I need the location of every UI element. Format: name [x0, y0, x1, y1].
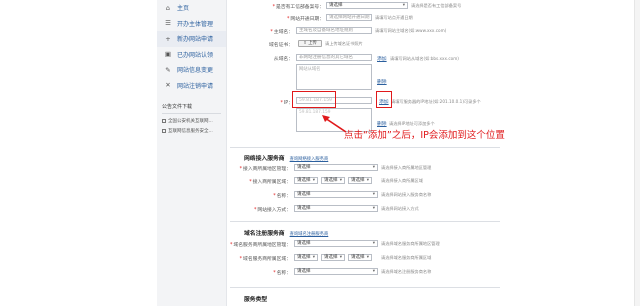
field-hint: 请选择域名服务商所属区域: [381, 255, 432, 260]
main-domain-input[interactable]: 主域名及自备域名地址规则: [296, 27, 372, 34]
plus-icon: +: [165, 34, 171, 43]
access-city-select[interactable]: 请选择: [321, 177, 345, 184]
sidebar-item-label: 已办网站认领: [177, 51, 214, 59]
section-title-access: 网络接入服务商 查询网络接入服务商: [244, 156, 329, 162]
access-region-select[interactable]: 请选择: [294, 164, 378, 171]
delete-link[interactable]: 删除: [377, 78, 387, 85]
icp-select[interactable]: 请选择: [326, 2, 408, 9]
sidebar-nav: ⌂ 主页 ☰ 开办主体管理 + 新办网站申请 ▣ 已办网站认领 ✎ 网站信息变更 ✕ 网站注…: [157, 0, 226, 93]
section-title-service: 服务类型: [244, 297, 268, 303]
field-hint: 请填写服务器的IP地址(如:201.10.0.1)可录多个: [391, 99, 481, 104]
field-label: 域名证书：: [269, 43, 293, 48]
field-hint: 请选择网站接入服务商名称: [381, 192, 432, 197]
sidebar-item-label: 主页: [177, 5, 190, 13]
field-hint: 请选择接入商所属区域: [381, 178, 423, 183]
section-title-domain: 域名注册服务商 查询域名注册服务商: [244, 231, 329, 237]
field-label: *是否有工信部备案号：: [272, 5, 324, 10]
scrollbar[interactable]: [634, 0, 640, 306]
sidebar-item-home[interactable]: ⌂ 主页: [157, 0, 226, 16]
domain-city-select[interactable]: 请选择: [321, 254, 345, 261]
sidebar-item-label: 网站信息变更: [177, 67, 214, 75]
field-hint: 请填写站点开通日期: [375, 15, 413, 20]
field-label: *IP：: [280, 101, 293, 106]
close-icon: ✕: [165, 81, 171, 90]
sub-domain-list[interactable]: 网站从域名: [296, 64, 372, 90]
field-label: *接入商所属区域：: [249, 180, 291, 185]
document-icon: [162, 129, 166, 133]
home-icon: ⌂: [165, 3, 171, 12]
field-label: *网站开通日期：: [287, 17, 324, 22]
callout-text: 点击“添加”之后，IP会添加到这个位置: [344, 130, 505, 141]
domain-district-select[interactable]: 请选择: [348, 254, 372, 261]
divider: [230, 147, 500, 148]
page-margin: [0, 0, 155, 306]
document-icon: [162, 119, 166, 123]
field-hint: 请上传域名证书照片: [325, 41, 363, 46]
field-label: 从域名：: [273, 57, 293, 62]
delete-link[interactable]: 删除: [377, 120, 387, 127]
divider: [230, 221, 500, 222]
field-label: *名称：: [273, 271, 291, 276]
access-district-select[interactable]: 请选择: [348, 177, 372, 184]
field-hint: 请选择域名服务商所属地区管理: [381, 241, 440, 246]
docs-panel: 公告文件下载 全国公安机关互联网... 互联网信息服务安全...: [157, 103, 226, 134]
access-province-select[interactable]: 请选择: [294, 177, 318, 184]
sidebar-item-label: 网站注销申请: [177, 82, 214, 90]
domain-name-select[interactable]: 请选择: [294, 268, 378, 275]
field-label: *网站接入方式：: [254, 208, 291, 213]
doc-link[interactable]: 全国公安机关互联网...: [162, 118, 221, 124]
main-form: *是否有工信部备案号： 请选择 请选择是否有工信部备案号 *网站开通日期： 请选…: [230, 0, 640, 306]
sidebar-item-claim[interactable]: ▣ 已办网站认领: [157, 47, 226, 63]
sub-domain-input[interactable]: 非网站注册信息的其它域名: [296, 54, 372, 61]
sidebar: ⌂ 主页 ☰ 开办主体管理 + 新办网站申请 ▣ 已办网站认领 ✎ 网站信息变更 ✕ 网站注…: [157, 0, 227, 306]
field-hint: 请选择接入商所属地区管理: [381, 165, 432, 170]
field-label: *主域名：: [270, 30, 293, 35]
field-label: *名称：: [273, 194, 291, 199]
query-access-link[interactable]: 查询网络接入服务商: [290, 157, 329, 162]
list-icon: ☰: [165, 19, 171, 28]
domain-region-select[interactable]: 请选择: [294, 240, 378, 247]
access-name-select[interactable]: 请选择: [294, 191, 378, 198]
ip-input-highlight: [292, 91, 336, 108]
upload-button[interactable]: ⇪ 上传: [298, 40, 322, 47]
field-label: *接入商所属地区管理：: [239, 167, 291, 172]
docs-header: 公告文件下载: [162, 103, 221, 114]
doc-link[interactable]: 互联网信息服务安全...: [162, 128, 221, 134]
field-label: *域名服务商所属区域：: [239, 257, 291, 262]
divider: [230, 287, 500, 288]
field-hint: 请选择是否有工信部备案号: [411, 3, 462, 8]
field-hint: 请选择域名注册服务商名称: [381, 269, 432, 274]
add-link-highlight: [376, 91, 392, 108]
sidebar-item-label: 开办主体管理: [177, 20, 214, 28]
add-sub-domain-link[interactable]: 添加: [377, 55, 387, 62]
query-domain-link[interactable]: 查询域名注册服务商: [290, 232, 329, 237]
sidebar-item-label: 新办网站申请: [177, 36, 214, 44]
access-method-select[interactable]: 请选择: [294, 205, 378, 212]
open-date-input[interactable]: 请选择网站开通日期: [326, 14, 372, 21]
field-hint: 请选择网站接入方式: [381, 206, 419, 211]
sidebar-item-cancel[interactable]: ✕ 网站注销申请: [157, 78, 226, 94]
edit-icon: ✎: [165, 65, 171, 74]
field-hint: 请填写网站从域名(如:bbs.xxx.com): [390, 56, 459, 61]
sidebar-item-new-site[interactable]: + 新办网站申请: [157, 31, 226, 47]
field-label: *域名服务商所属地区管理：: [230, 243, 291, 248]
field-hint: 请填写网站主域名(如:www.xxx.com): [375, 28, 447, 33]
domain-province-select[interactable]: 请选择: [294, 254, 318, 261]
sidebar-item-change[interactable]: ✎ 网站信息变更: [157, 62, 226, 78]
sidebar-item-entity[interactable]: ☰ 开办主体管理: [157, 16, 226, 32]
save-icon: ▣: [164, 50, 172, 59]
